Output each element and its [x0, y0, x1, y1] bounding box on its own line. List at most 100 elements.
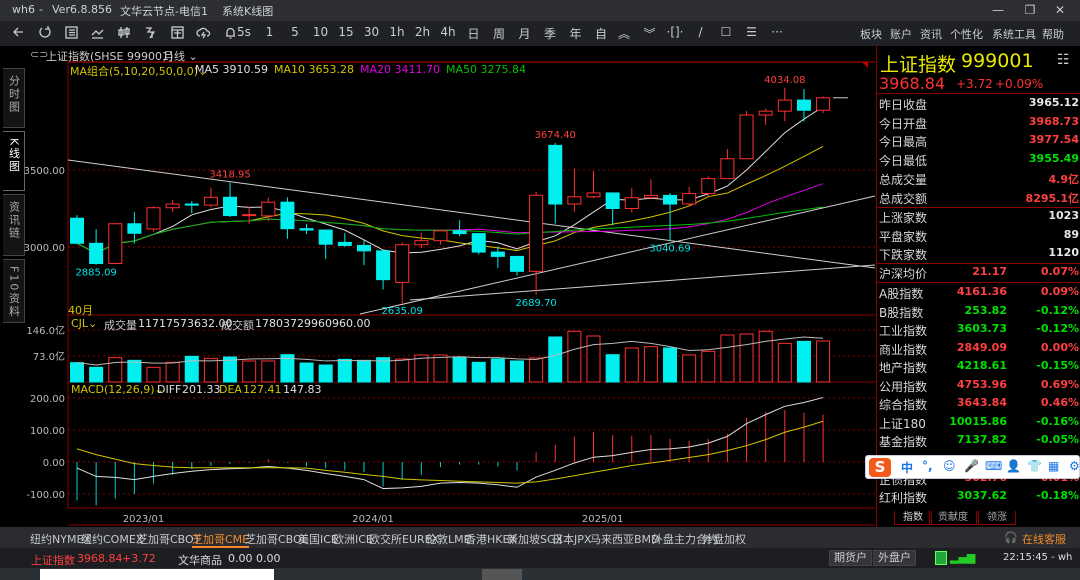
- candle-2024/01[interactable]: [376, 250, 391, 290]
- ime-item-4[interactable]: ⌨: [985, 459, 1002, 473]
- candle-2025/08[interactable]: [739, 111, 754, 160]
- candle-2024/10[interactable]: [548, 143, 563, 224]
- candle-2023/12[interactable]: [356, 240, 371, 266]
- candle-2023/03[interactable]: [184, 201, 199, 214]
- taskbar-input[interactable]: [40, 569, 274, 580]
- ime-logo-icon[interactable]: S: [869, 458, 891, 477]
- ime-item-1[interactable]: °,: [922, 459, 933, 473]
- quote-row[interactable]: 总成交额 8295.1亿: [877, 189, 1080, 207]
- candle-2023/02[interactable]: [165, 200, 180, 212]
- candle-2023/01[interactable]: [146, 206, 161, 232]
- candle-2024/03[interactable]: [414, 232, 429, 249]
- quote-row[interactable]: 今日开盘 3968.73: [877, 114, 1080, 132]
- candle-2025/04[interactable]: [663, 193, 678, 241]
- quote-row[interactable]: B股指数 253.82 -0.12%: [877, 303, 1080, 321]
- exchange-tab-6[interactable]: 欧洲ICE: [333, 531, 373, 547]
- quote-row[interactable]: 下跌家数 1120: [877, 245, 1080, 263]
- quote-row[interactable]: 综合指数 3643.84 0.46%: [877, 395, 1080, 413]
- candle-2024/05[interactable]: [452, 220, 467, 237]
- quote-tab-1[interactable]: 贡献度: [929, 511, 977, 525]
- candle-2023/05[interactable]: [223, 182, 238, 217]
- ime-item-8[interactable]: ⚙: [1069, 459, 1080, 473]
- candle-2024/02[interactable]: [395, 242, 410, 304]
- exchange-tab-12[interactable]: 马来西亚BMD: [590, 531, 660, 547]
- quote-row[interactable]: 工业指数 3603.73 -0.12%: [877, 321, 1080, 339]
- candle-2023/09[interactable]: [299, 223, 314, 235]
- quote-tab-0[interactable]: 指数: [894, 511, 932, 525]
- candle-2023/08[interactable]: [280, 197, 295, 239]
- period-dropdown[interactable]: 月线 ⌄: [163, 48, 198, 64]
- exchange-tab-2[interactable]: 芝加哥CBOT: [137, 531, 200, 547]
- price-annotation: 3674.40: [535, 130, 576, 141]
- exchange-tab-11[interactable]: 日本JPX: [552, 531, 591, 547]
- candle-2025/01[interactable]: [605, 192, 620, 226]
- quote-row[interactable]: 公用指数 4753.96 0.69%: [877, 377, 1080, 395]
- candle-2024/04[interactable]: [433, 229, 448, 245]
- macd-legend-value: 147.83: [283, 383, 322, 396]
- quote-row[interactable]: 上涨家数 1023: [877, 208, 1080, 226]
- candle-2023/10[interactable]: [318, 229, 333, 259]
- ime-toolbar[interactable]: S 中 °, ☺ 🎤 ⌨ 👤 👕 ▦ ⚙: [865, 455, 1080, 479]
- exchange-tab-5[interactable]: 美国ICE: [298, 531, 338, 547]
- exchange-tab-1[interactable]: 纽约COMEX: [81, 531, 143, 547]
- ime-item-0[interactable]: 中: [901, 459, 913, 476]
- taskbar-item[interactable]: [482, 569, 522, 580]
- quote-row[interactable]: 昨日收盘 3965.12: [877, 95, 1080, 113]
- list-icon[interactable]: ☷: [1057, 52, 1070, 68]
- candle-2025/12[interactable]: [816, 96, 831, 114]
- macd-indicator-dropdown[interactable]: MACD(12,26,9)⌄: [71, 383, 164, 396]
- candle-2023/04[interactable]: [203, 187, 218, 208]
- quote-row[interactable]: 沪深均价 21.17 0.07%: [877, 264, 1080, 282]
- status-wh-change: 0.00: [256, 552, 281, 565]
- ime-item-7[interactable]: ▦: [1048, 459, 1059, 473]
- quote-row[interactable]: 总成交量 4.9亿: [877, 170, 1080, 188]
- quote-row[interactable]: 红利指数 3037.62 -0.18%: [877, 488, 1080, 506]
- quote-row[interactable]: 上证180 10015.86 -0.16%: [877, 414, 1080, 432]
- exchange-tab-14[interactable]: 外盘加权: [702, 531, 746, 547]
- candle-2023/11[interactable]: [337, 233, 352, 247]
- candle-2024/09[interactable]: [529, 191, 544, 295]
- quote-row[interactable]: A股指数 4161.36 0.09%: [877, 284, 1080, 302]
- candle-2025/02[interactable]: [624, 188, 639, 213]
- candle-2025/05[interactable]: [682, 186, 697, 207]
- candle-2024/12[interactable]: [586, 170, 601, 199]
- quote-row[interactable]: 今日最低 3955.49: [877, 151, 1080, 169]
- trend-line[interactable]: [67, 159, 876, 269]
- quote-tab-2[interactable]: 领涨: [978, 511, 1016, 525]
- candle-2025/10[interactable]: [777, 87, 792, 122]
- candle-2024/08[interactable]: [509, 255, 524, 276]
- candle-2025/07[interactable]: [720, 149, 735, 180]
- quote-row[interactable]: 基金指数 7137.82 -0.05%: [877, 432, 1080, 450]
- quote-row[interactable]: 地产指数 4218.61 -0.15%: [877, 358, 1080, 376]
- candle-2025/06[interactable]: [701, 176, 716, 197]
- quote-row[interactable]: 今日最高 3977.54: [877, 132, 1080, 150]
- candle-2025/09[interactable]: [758, 108, 773, 126]
- candle-2022/09[interactable]: [70, 215, 84, 244]
- exchange-tab-8[interactable]: 伦敦LME: [426, 531, 471, 547]
- quote-row[interactable]: 平盘家数 89: [877, 227, 1080, 245]
- futures-account-button[interactable]: 期货户: [829, 550, 872, 566]
- candle-2022/11[interactable]: [108, 223, 123, 264]
- quote-row[interactable]: 商业指数 2849.09 0.00%: [877, 340, 1080, 358]
- candle-2024/11[interactable]: [567, 168, 582, 212]
- candle-2024/06[interactable]: [471, 233, 486, 255]
- trend-line[interactable]: [359, 195, 876, 315]
- ime-item-6[interactable]: 👕: [1027, 459, 1042, 473]
- candle-body: [567, 196, 582, 205]
- ime-item-5[interactable]: 👤: [1006, 459, 1021, 473]
- amount-legend-value: 17803729960960.00: [255, 317, 371, 330]
- volume-bar: [682, 354, 697, 383]
- foreign-account-button[interactable]: 外盘户: [873, 550, 916, 566]
- trend-line[interactable]: [409, 264, 876, 301]
- candle-2022/10[interactable]: [89, 229, 104, 265]
- candle-2022/12[interactable]: [127, 212, 142, 244]
- ime-item-3[interactable]: 🎤: [964, 459, 979, 473]
- candle-2025/03[interactable]: [643, 179, 658, 199]
- online-service-link[interactable]: 在线客服: [1022, 531, 1066, 547]
- headset-icon[interactable]: 🎧: [1004, 531, 1018, 544]
- ma-combo-dropdown[interactable]: MA组合(5,10,20,50,0,0)⌄: [70, 63, 207, 79]
- ime-item-2[interactable]: ☺: [943, 459, 956, 473]
- exchange-tab-3[interactable]: 芝加哥CME: [192, 531, 250, 548]
- candle-2024/07[interactable]: [490, 246, 505, 268]
- volume-indicator-dropdown[interactable]: CJL⌄: [71, 317, 97, 330]
